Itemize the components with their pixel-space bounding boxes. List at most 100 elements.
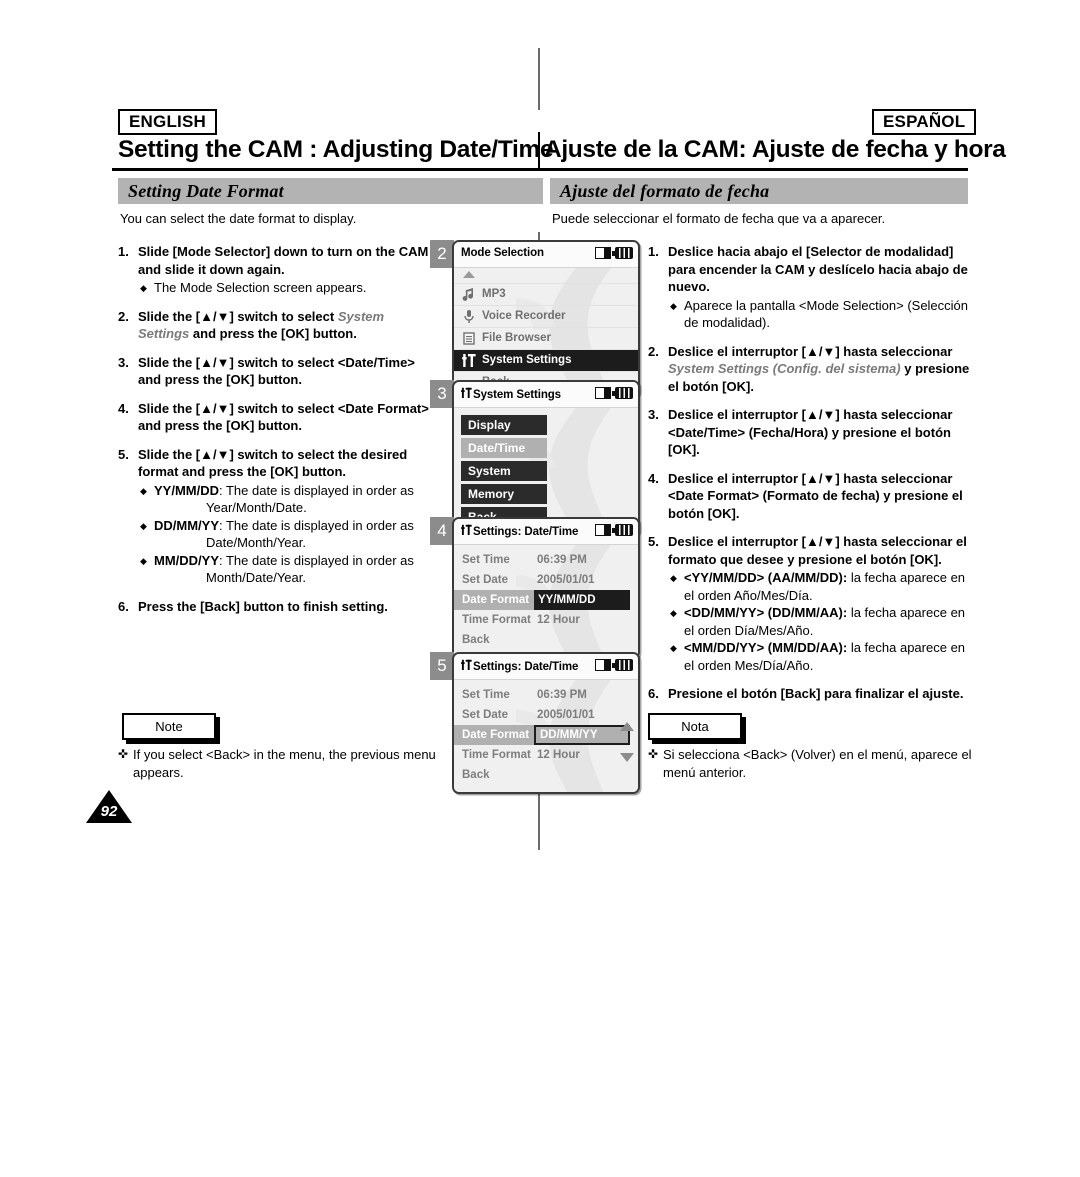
step-text: 5. Deslice el interruptor [▲/▼] hasta sel… [648, 534, 967, 567]
step-number: 3. [648, 407, 659, 422]
settings-tool-icon [462, 353, 476, 368]
settings-item-label: Memory [468, 487, 515, 501]
memory-card-icon [595, 524, 611, 536]
settings-item-label: Display [468, 418, 511, 432]
setting-row-back[interactable]: Back [454, 630, 638, 650]
step-number: 1. [648, 244, 659, 259]
setting-row-time-format[interactable]: Time Format 12 Hour [454, 745, 638, 765]
page-divider-bottom [538, 788, 540, 850]
settings-tool-icon [461, 659, 472, 674]
setting-row-time-format[interactable]: Time Format 12 Hour [454, 610, 638, 630]
settings-tool-icon [461, 387, 472, 402]
language-tag-english: ENGLISH [118, 109, 217, 135]
instruction-step: 4. Deslice el interruptor [▲/▼] hasta sel… [648, 470, 978, 523]
date-format-order: Date/Month/Year. [206, 535, 306, 550]
menu-item-scroll-up[interactable] [454, 268, 638, 284]
title-underline [112, 168, 968, 171]
lcd-panel: System Settings Display Date/Time System Mem… [452, 380, 640, 537]
setting-row-set-time[interactable]: Set Time 06:39 PM [454, 685, 638, 705]
date-format-name: DD/MM/YY [154, 517, 219, 533]
date-format-order: Month/Date/Year. [206, 570, 306, 585]
step-badge: 5 [430, 652, 454, 680]
lcd-status-icons [595, 659, 633, 671]
note-text-english: If you select <Back> in the menu, the pr… [118, 746, 463, 781]
intro-text-spanish: Puede seleccionar el formato de fecha qu… [552, 211, 886, 226]
instruction-step: 3. Slide the [▲/▼] switch to select <Date… [118, 354, 438, 389]
lcd-panel: Mode Selection MP3 Voice Recorder File Brow… [452, 240, 640, 398]
memory-card-icon [595, 387, 611, 399]
section-heading-english: Setting Date Format [118, 178, 543, 204]
date-format-option: DD/MM/YY: The date is displayed in order… [140, 517, 438, 552]
setting-row-date-format[interactable]: Date Format YY/MM/DD [454, 590, 638, 610]
settings-item-memory[interactable]: Memory [461, 484, 547, 504]
section-heading-spanish-text: Ajuste del formato de fecha [560, 181, 770, 201]
step-number: 2. [648, 343, 659, 359]
menu-item-file-browser[interactable]: File Browser [454, 328, 638, 350]
note-text-spanish: Si selecciona <Back> (Volver) en el menú… [648, 746, 993, 781]
step-number: 6. [648, 686, 659, 701]
setting-row-set-date[interactable]: Set Date 2005/01/01 [454, 705, 638, 725]
lcd-status-icons [595, 524, 633, 536]
language-tag-spanish: ESPAÑOL [872, 109, 977, 135]
setting-row-label: Set Date [462, 574, 509, 586]
date-format-name: YY/MM/DD [154, 482, 219, 498]
section-heading-english-text: Setting Date Format [128, 181, 284, 201]
date-format-order: Year/Month/Date. [206, 500, 307, 515]
date-format-order: el orden Año/Mes/Día. [684, 587, 813, 603]
step-badge: 4 [430, 517, 454, 545]
step-text: 1. Slide [Mode Selector] down to turn on … [118, 244, 429, 277]
lcd-titlebar: Settings: Date/Time [454, 654, 638, 680]
lcd-title: System Settings [461, 387, 561, 402]
setting-row-back[interactable]: Back [454, 765, 638, 785]
step-number: 1. [118, 244, 129, 259]
settings-item-date-time[interactable]: Date/Time [461, 438, 547, 458]
setting-row-label: Date Format [454, 725, 534, 745]
microphone-icon [462, 309, 476, 324]
date-format-name: <DD/MM/YY> (DD/MM/AA): [684, 605, 848, 620]
settings-item-label: System [468, 464, 511, 478]
setting-row-value: 12 Hour [537, 749, 580, 761]
step-number: 6. [118, 598, 129, 614]
step-text: 6. Press the [Back] button to finish sett… [118, 598, 388, 614]
settings-item-system[interactable]: System [461, 461, 547, 481]
step-text: 1. Deslice hacia abajo el [Selector de mo… [648, 244, 968, 294]
setting-row-value: YY/MM/DD [534, 590, 630, 610]
menu-item-voice-recorder[interactable]: Voice Recorder [454, 306, 638, 328]
instruction-step: 4. Slide the [▲/▼] switch to select <Date… [118, 400, 438, 435]
page-title-spanish: Ajuste de la CAM: Ajuste de fecha y hora [544, 136, 1006, 163]
lcd-title: Settings: Date/Time [461, 524, 578, 539]
setting-row-set-date[interactable]: Set Date 2005/01/01 [454, 570, 638, 590]
step-text: 3. Deslice el interruptor [▲/▼] hasta sel… [648, 407, 953, 457]
lcd-titlebar: Settings: Date/Time [454, 519, 638, 545]
scroll-down-arrow-icon[interactable] [620, 753, 634, 762]
step-bullet-list: The Mode Selection screen appears. [118, 279, 438, 297]
memory-card-icon [595, 659, 611, 671]
value-scroll-arrows[interactable] [620, 722, 634, 762]
instruction-step: 1. Slide [Mode Selector] down to turn on … [118, 243, 438, 297]
setting-row-label: Time Format [462, 614, 531, 626]
lcd-titlebar: Mode Selection [454, 242, 638, 268]
date-format-name: MM/DD/YY [154, 552, 219, 568]
step-text: 4. Deslice el interruptor [▲/▼] hasta sel… [648, 470, 963, 521]
settings-item-display[interactable]: Display [461, 415, 547, 435]
lcd-title: Settings: Date/Time [461, 659, 578, 674]
step-number: 5. [118, 446, 129, 462]
instruction-step: 5. Deslice el interruptor [▲/▼] hasta sel… [648, 533, 978, 674]
setting-row-date-format[interactable]: Date Format DD/MM/YY [454, 725, 638, 745]
setting-row-value: 06:39 PM [537, 554, 587, 566]
menu-item-label: Voice Recorder [482, 310, 566, 322]
page-title-row: Setting the CAM : Adjusting Date/Time Aj… [112, 132, 1006, 169]
title-separator [538, 132, 540, 169]
menu-item-system-settings[interactable]: System Settings [454, 350, 638, 372]
step-emphasis: System Settings (Config. del sistema) [668, 361, 901, 376]
battery-icon [612, 659, 633, 671]
setting-row-set-time[interactable]: Set Time 06:39 PM [454, 550, 638, 570]
instruction-step: 2. Deslice el interruptor [▲/▼] hasta sel… [648, 343, 978, 396]
instruction-step: 3. Deslice el interruptor [▲/▼] hasta sel… [648, 406, 978, 459]
lcd-title: Mode Selection [461, 247, 544, 259]
step-emphasis: System Settings [138, 308, 385, 342]
setting-row-value: 2005/01/01 [537, 709, 595, 721]
scroll-up-arrow-icon[interactable] [620, 722, 634, 731]
menu-item-mp3[interactable]: MP3 [454, 284, 638, 306]
note-label-spanish: Nota [648, 713, 742, 740]
